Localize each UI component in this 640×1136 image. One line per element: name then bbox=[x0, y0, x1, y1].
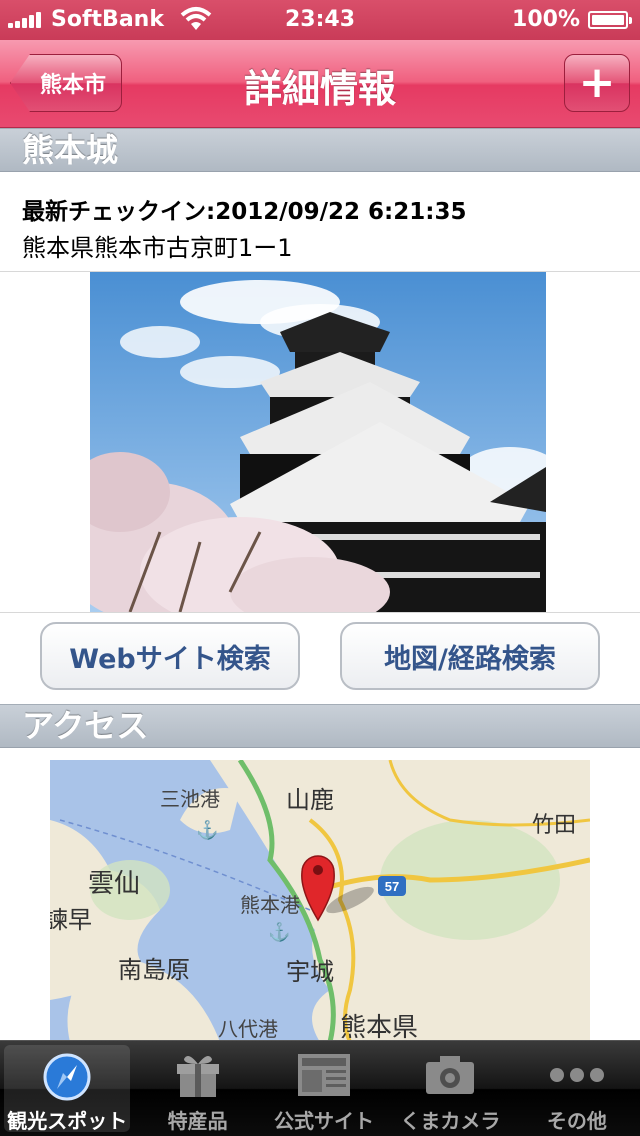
tab-label: くまカメラ bbox=[400, 1109, 501, 1133]
battery-percent: 100% bbox=[512, 7, 580, 32]
battery-fill bbox=[592, 14, 624, 25]
compass-icon bbox=[37, 1051, 97, 1103]
tab-label: 観光スポット bbox=[7, 1109, 128, 1133]
battery-icon bbox=[588, 10, 632, 29]
status-right: 100% bbox=[512, 7, 632, 32]
page-title: 詳細情報 bbox=[243, 67, 396, 111]
map-label-kumamoto-port: 熊本港 bbox=[240, 894, 300, 917]
add-button[interactable]: + bbox=[564, 54, 630, 112]
camera-icon bbox=[420, 1047, 480, 1103]
tab-bar: 観光スポット 特産品 公式サイト くまカメラ その他 bbox=[0, 1040, 640, 1136]
map-label-isahaya: 諫早 bbox=[50, 907, 92, 934]
map-label-minamishimabara: 南島原 bbox=[118, 957, 190, 984]
tab-other[interactable]: その他 bbox=[514, 1041, 640, 1136]
map-route-search-button[interactable]: 地図/経路検索 bbox=[340, 622, 600, 690]
route-57-label: 57 bbox=[385, 879, 399, 894]
access-header: アクセス bbox=[0, 704, 640, 748]
tab-official-site[interactable]: 公式サイト bbox=[261, 1041, 387, 1136]
tab-sightseeing-spots[interactable]: 観光スポット bbox=[4, 1045, 131, 1133]
spot-address: 熊本県熊本市古京町1ー1 bbox=[22, 234, 293, 262]
web-search-button[interactable]: Webサイト検索 bbox=[40, 622, 300, 690]
gift-icon bbox=[168, 1047, 228, 1103]
photo-divider bbox=[0, 612, 640, 613]
spot-photo bbox=[90, 272, 546, 612]
tab-kuma-camera[interactable]: くまカメラ bbox=[387, 1041, 513, 1136]
map-label-miike-port: 三池港 bbox=[160, 788, 220, 811]
map-label-unzen: 雲仙 bbox=[88, 868, 140, 898]
checkin-info: 最新チェックイン:2012/09/22 6:21:35 熊本県熊本市古京町1ー1 bbox=[0, 172, 640, 272]
anchor-icon: ⚓ bbox=[196, 819, 218, 840]
more-icon bbox=[547, 1047, 607, 1103]
map-label-yatsushiro-port: 八代港 bbox=[218, 1018, 278, 1041]
access-map[interactable]: 57 三池港 山鹿 竹田 雲仙 諫早 熊本港 南島原 宇城 八代港 熊本県 ⚓ … bbox=[50, 760, 590, 1042]
tab-label: 特産品 bbox=[167, 1109, 228, 1133]
spot-name-header: 熊本城 bbox=[0, 128, 640, 172]
tab-label: 公式サイト bbox=[274, 1109, 375, 1133]
tab-label: その他 bbox=[546, 1109, 607, 1133]
anchor-icon: ⚓ bbox=[268, 921, 290, 942]
checkin-time: 最新チェックイン:2012/09/22 6:21:35 bbox=[22, 199, 467, 225]
map-label-taketa: 竹田 bbox=[532, 812, 576, 837]
tab-specialty-products[interactable]: 特産品 bbox=[134, 1041, 260, 1136]
newspaper-icon bbox=[294, 1047, 354, 1103]
status-bar: SoftBank 23:43 100% bbox=[0, 0, 640, 40]
map-label-uto: 宇城 bbox=[286, 959, 334, 986]
navigation-bar: 熊本市 詳細情報 + bbox=[0, 40, 640, 128]
map-label-yamaga: 山鹿 bbox=[286, 787, 334, 814]
map-label-kumamoto-pref: 熊本県 bbox=[340, 1012, 418, 1042]
